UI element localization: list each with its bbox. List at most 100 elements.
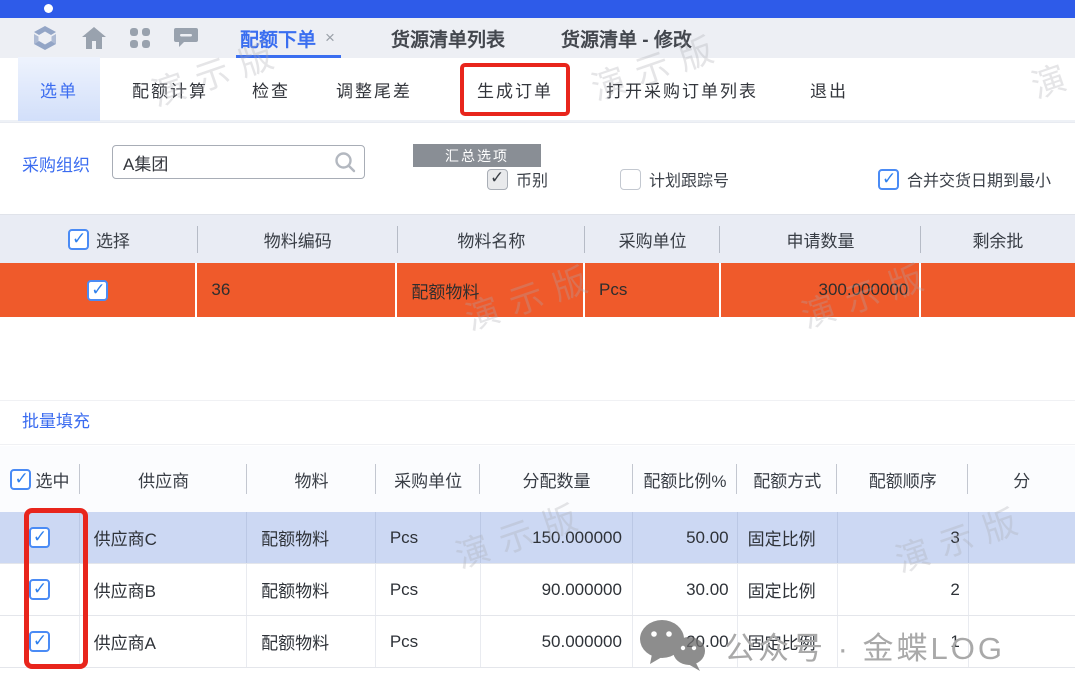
row-checkbox-checked[interactable] — [87, 280, 108, 301]
row-select-cell — [0, 564, 80, 615]
option-currency[interactable]: 币别 — [487, 167, 548, 191]
allocation-table: 选中 供应商 物料 采购单位 分配数量 配额比例% 配额方式 配额顺序 分 供应… — [0, 446, 1075, 668]
close-icon[interactable]: × — [325, 28, 335, 48]
checkbox-plan-tracking-unchecked[interactable] — [620, 169, 641, 190]
tab-source-edit[interactable]: 货源清单 - 修改 — [561, 18, 692, 58]
header-label: 选择 — [96, 227, 130, 252]
tab-list: 配额下单 × 货源清单列表 货源清单 - 修改 — [240, 18, 692, 58]
method-cell: 固定比例 — [738, 616, 838, 667]
supplier-cell: 供应商A — [80, 616, 248, 667]
row-checkbox-checked[interactable] — [29, 631, 50, 652]
option-label: 合并交货日期到最小 — [907, 167, 1051, 191]
header-alloc-qty: 分配数量 — [480, 446, 632, 512]
header-select: 选择 — [0, 215, 198, 263]
material-table-row-selected[interactable]: 36 配额物料 Pcs 300.000000 — [0, 263, 1075, 317]
unit-cell: Pcs — [376, 616, 481, 667]
message-icon[interactable] — [174, 28, 198, 48]
header-selected: 选中 — [0, 446, 80, 512]
tab-label: 配额下单 — [240, 25, 316, 52]
clipped-cell — [969, 512, 1075, 563]
material-table: 选择 物料编码 物料名称 采购单位 申请数量 剩余批 36 配额物料 Pcs 3… — [0, 214, 1075, 317]
option-label: 币别 — [516, 167, 548, 191]
apps-grid-icon[interactable] — [130, 28, 150, 48]
divider — [0, 400, 1075, 401]
tab-label: 货源清单列表 — [391, 25, 505, 52]
row-checkbox-checked[interactable] — [29, 579, 50, 600]
header-purchase-unit: 采购单位 — [376, 446, 481, 512]
material-table-header: 选择 物料编码 物料名称 采购单位 申请数量 剩余批 — [0, 214, 1075, 263]
header-purchase-unit: 采购单位 — [585, 215, 720, 263]
toolbar: 选单 配额计算 检查 调整尾差 生成订单 打开采购订单列表 退出 — [0, 58, 1075, 122]
clipped-cell — [969, 616, 1075, 667]
header-supplier: 供应商 — [80, 446, 247, 512]
menu-item-open-po-list[interactable]: 打开采购订单列表 — [606, 77, 758, 102]
allocation-row-supplier-b[interactable]: 供应商B 配额物料 Pcs 90.000000 30.00 固定比例 2 — [0, 564, 1075, 616]
checkbox-currency-checked[interactable] — [487, 169, 508, 190]
method-cell: 固定比例 — [738, 512, 838, 563]
batch-fill-link[interactable]: 批量填充 — [22, 407, 90, 432]
material-cell: 配额物料 — [247, 564, 376, 615]
red-annotation-box-generate-order: 生成订单 — [460, 63, 570, 116]
row-select-cell — [0, 263, 197, 317]
header-material-code: 物料编码 — [198, 215, 398, 263]
allocation-row-supplier-c[interactable]: 供应商C 配额物料 Pcs 150.000000 50.00 固定比例 3 — [0, 512, 1075, 564]
material-name-cell: 配额物料 — [397, 263, 585, 317]
supplier-cell: 供应商C — [80, 512, 248, 563]
logo-icon[interactable] — [32, 26, 58, 50]
menu-item-generate-order[interactable]: 生成订单 — [477, 77, 553, 102]
header-material: 物料 — [247, 446, 375, 512]
qty-cell: 90.000000 — [481, 564, 633, 615]
tab-label: 货源清单 - 修改 — [561, 25, 692, 52]
ratio-cell: 30.00 — [633, 564, 738, 615]
top-strip-dot — [44, 4, 53, 13]
unit-cell: Pcs — [585, 263, 721, 317]
header-quota-method: 配额方式 — [737, 446, 837, 512]
material-code-cell: 36 — [197, 263, 397, 317]
option-plan-tracking[interactable]: 计划跟踪号 — [620, 167, 729, 191]
option-label: 计划跟踪号 — [649, 167, 729, 191]
tab-source-list[interactable]: 货源清单列表 — [391, 18, 505, 58]
order-cell: 3 — [838, 512, 969, 563]
method-cell: 固定比例 — [738, 564, 838, 615]
remaining-cell — [921, 263, 1075, 317]
header-request-qty: 申请数量 — [720, 215, 921, 263]
select-all-checkbox[interactable] — [10, 469, 31, 490]
menu-item-check[interactable]: 检查 — [252, 77, 290, 102]
checkbox-merge-delivery-checked[interactable] — [878, 169, 899, 190]
unit-cell: Pcs — [376, 564, 481, 615]
select-all-checkbox[interactable] — [68, 229, 89, 250]
order-cell: 1 — [838, 616, 969, 667]
request-qty-cell: 300.000000 — [721, 263, 922, 317]
header-quota-order: 配额顺序 — [837, 446, 968, 512]
menu-item-adjust-tail[interactable]: 调整尾差 — [336, 77, 412, 102]
tabbar-icon-group — [32, 26, 198, 50]
summary-options-tab[interactable]: 汇总选项 — [413, 144, 541, 167]
summary-options-row: 币别 计划跟踪号 合并交货日期到最小 — [0, 167, 1075, 197]
menu-item-exit[interactable]: 退出 — [810, 77, 848, 102]
ratio-cell: 20.00 — [633, 616, 738, 667]
order-cell: 2 — [838, 564, 969, 615]
supplier-cell: 供应商B — [80, 564, 248, 615]
header-material-name: 物料名称 — [398, 215, 585, 263]
ratio-cell: 50.00 — [633, 512, 738, 563]
row-select-cell — [0, 512, 80, 563]
allocation-row-supplier-a[interactable]: 供应商A 配额物料 Pcs 50.000000 20.00 固定比例 1 — [0, 616, 1075, 668]
header-label: 选中 — [35, 467, 69, 492]
row-checkbox-checked[interactable] — [29, 527, 50, 548]
top-strip — [0, 0, 1075, 18]
material-cell: 配额物料 — [247, 512, 376, 563]
filter-section: 采购组织 A集团 汇总选项 币别 计划跟踪号 合并交货日期到最小 — [0, 122, 1075, 214]
menu-item-select-order[interactable]: 选单 — [18, 57, 100, 121]
option-merge-delivery-date[interactable]: 合并交货日期到最小 — [878, 167, 1051, 191]
divider — [0, 444, 1075, 445]
header-clipped: 分 — [968, 446, 1075, 512]
header-remaining: 剩余批 — [921, 215, 1075, 263]
allocation-table-header: 选中 供应商 物料 采购单位 分配数量 配额比例% 配额方式 配额顺序 分 — [0, 446, 1075, 512]
qty-cell: 50.000000 — [481, 616, 633, 667]
row-select-cell — [0, 616, 80, 667]
unit-cell: Pcs — [376, 512, 481, 563]
menu-item-quota-calc[interactable]: 配额计算 — [132, 77, 208, 102]
home-icon[interactable] — [82, 27, 106, 49]
tab-bar: 配额下单 × 货源清单列表 货源清单 - 修改 — [0, 18, 1075, 58]
tab-quota-order[interactable]: 配额下单 × — [240, 18, 335, 58]
